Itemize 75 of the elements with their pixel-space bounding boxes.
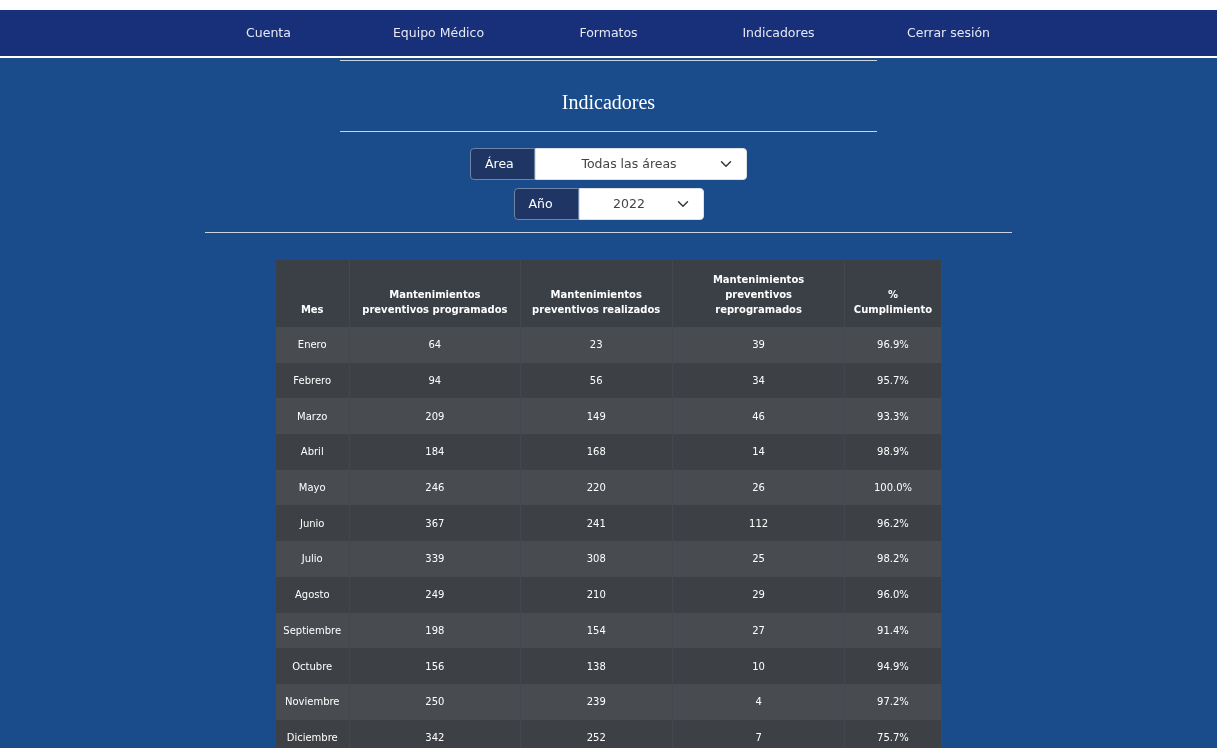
table-cell: 4 <box>672 683 845 720</box>
table-cell: 220 <box>520 469 673 506</box>
page-title: Indicadores <box>560 90 657 115</box>
table-cell: Diciembre <box>275 719 350 748</box>
table-cell: 154 <box>520 612 673 649</box>
nav-link[interactable]: Equipo Médico <box>353 10 524 56</box>
table-cell: 239 <box>520 683 673 720</box>
table-cell: Agosto <box>275 576 350 613</box>
table-cell: 14 <box>672 434 845 470</box>
table-cell: 97.2% <box>844 683 941 720</box>
table-cell: 94 <box>349 362 521 399</box>
nav-link[interactable]: Cuenta <box>183 10 354 56</box>
table-cell: 29 <box>672 576 845 613</box>
table-cell: 98.2% <box>844 541 941 577</box>
table-cell: 209 <box>349 398 521 435</box>
field-label: Año <box>513 188 579 220</box>
table-cell: Enero <box>275 327 350 363</box>
table-cell: 75.7% <box>844 719 941 748</box>
table-cell: 23 <box>520 327 673 363</box>
column-header: Mantenimientos preventivos programados <box>349 260 521 327</box>
table-cell: 64 <box>349 327 521 363</box>
table-cell: 241 <box>520 505 673 542</box>
table-cell: Noviembre <box>275 683 350 720</box>
nav-link[interactable]: Formatos <box>523 10 694 56</box>
table-cell: 96.0% <box>844 576 941 613</box>
table-cell: 46 <box>672 398 845 435</box>
table-cell: Abril <box>275 434 350 470</box>
column-header: Mes <box>275 260 350 327</box>
select-field[interactable]: 2022 <box>578 188 704 220</box>
table-cell: 367 <box>349 505 521 542</box>
table-cell: Febrero <box>275 362 350 399</box>
table-cell: 10 <box>672 648 845 684</box>
table-cell: 94.9% <box>844 648 941 684</box>
table-cell: 96.9% <box>844 327 941 363</box>
table-cell: 198 <box>349 612 521 649</box>
nav-link[interactable]: Cerrar sesión <box>863 10 1034 56</box>
table-cell: 39 <box>672 327 845 363</box>
table-cell: 91.4% <box>844 612 941 649</box>
table-cell: 100.0% <box>844 469 941 506</box>
column-header: Mantenimientos preventivos realizados <box>520 260 673 327</box>
table-cell: 184 <box>349 434 521 470</box>
table-cell: 34 <box>672 362 845 399</box>
nav-link[interactable]: Indicadores <box>693 10 864 56</box>
table-cell: 168 <box>520 434 673 470</box>
table-cell: 25 <box>672 541 845 577</box>
table-cell: 56 <box>520 362 673 399</box>
table-cell: Julio <box>275 541 350 577</box>
table-cell: Mayo <box>275 469 350 506</box>
table-cell: Septiembre <box>275 612 350 649</box>
table-cell: 93.3% <box>844 398 941 435</box>
select-field[interactable]: Todas las áreas <box>535 148 747 180</box>
table-cell: Octubre <box>275 648 350 684</box>
table-cell: 156 <box>349 648 521 684</box>
field-label: Área <box>470 148 535 180</box>
table-cell: 308 <box>520 541 673 577</box>
table-cell: 98.9% <box>844 434 941 470</box>
table-cell: 95.7% <box>844 362 941 399</box>
table-cell: 210 <box>520 576 673 613</box>
table-cell: 149 <box>520 398 673 435</box>
table-cell: 249 <box>349 576 521 613</box>
table-cell: 246 <box>349 469 521 506</box>
table-cell: Marzo <box>275 398 350 435</box>
table-cell: 252 <box>520 719 673 748</box>
table-cell: 96.2% <box>844 505 941 542</box>
table-cell: 27 <box>672 612 845 649</box>
table-cell: 112 <box>672 505 845 542</box>
table-cell: 7 <box>672 719 845 748</box>
table-cell: 342 <box>349 719 521 748</box>
table-cell: 26 <box>672 469 845 506</box>
table-cell: Junio <box>275 505 350 542</box>
table-cell: 250 <box>349 683 521 720</box>
column-header: Mantenimientos preventivos reprogramados <box>672 260 845 327</box>
column-header: % Cumplimiento <box>844 260 941 327</box>
table-cell: 138 <box>520 648 673 684</box>
table-cell: 339 <box>349 541 521 577</box>
